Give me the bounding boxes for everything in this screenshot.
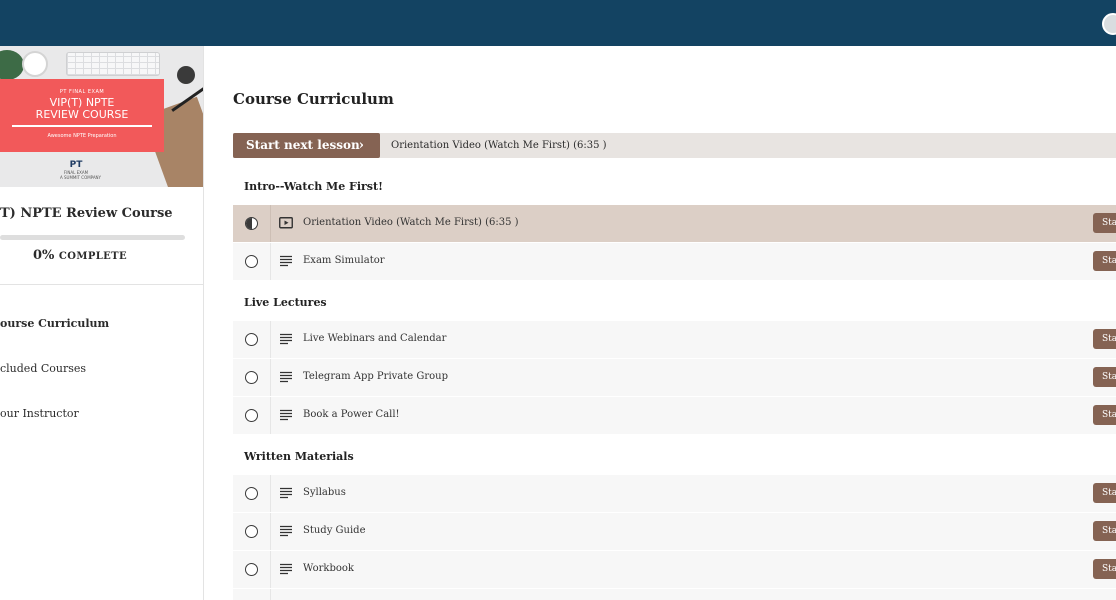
- sidebar-item-course-curriculum[interactable]: ourse Curriculum: [0, 317, 109, 330]
- row-divider: [270, 551, 271, 588]
- not-started-icon: [245, 525, 258, 538]
- start-lesson-button[interactable]: Sta: [1093, 521, 1116, 541]
- lesson-row[interactable]: Workbook Sta: [233, 551, 1116, 588]
- start-lesson-button[interactable]: Sta: [1093, 329, 1116, 349]
- lesson-row[interactable]: [233, 589, 1116, 600]
- lesson-title: Book a Power Call!: [303, 409, 400, 420]
- brand-logo: PT FINAL EXAM A SUMMIT COMPANY: [60, 160, 101, 184]
- logo-line2: A SUMMIT COMPANY: [60, 175, 101, 180]
- lesson-row[interactable]: Live Webinars and Calendar Sta: [233, 321, 1116, 358]
- progress-percent: 0%: [32, 248, 55, 263]
- lesson-title: Telegram App Private Group: [303, 371, 448, 382]
- course-banner: PT FINAL EXAM VIP(T) NPTE REVIEW COURSE …: [0, 79, 164, 152]
- keyboard-decoration: [66, 52, 160, 76]
- course-title: T) NPTE Review Course: [0, 206, 173, 221]
- mouse-decoration: [177, 66, 195, 84]
- progress-status: 0% COMPLETE: [0, 248, 160, 263]
- not-started-icon: [245, 409, 258, 422]
- lesson-title: Study Guide: [303, 525, 366, 536]
- banner-top-text: PT FINAL EXAM: [59, 89, 105, 95]
- row-divider: [270, 475, 271, 512]
- not-started-icon: [245, 563, 258, 576]
- not-started-icon: [245, 333, 258, 346]
- lesson-title: Orientation Video (Watch Me First) (6:35…: [303, 217, 519, 228]
- start-next-lesson-label: Start next lesson: [246, 138, 360, 152]
- row-divider: [270, 243, 271, 280]
- lesson-row[interactable]: Orientation Video (Watch Me First) (6:35…: [233, 205, 1116, 242]
- course-image: PT FINAL EXAM VIP(T) NPTE REVIEW COURSE …: [0, 46, 203, 187]
- text-icon: [280, 255, 292, 267]
- row-divider: [270, 321, 271, 358]
- row-divider: [270, 359, 271, 396]
- start-lesson-button[interactable]: Sta: [1093, 405, 1116, 425]
- banner-title-line2: REVIEW COURSE: [35, 108, 129, 121]
- next-lesson-title: Orientation Video (Watch Me First) (6:35…: [391, 140, 607, 151]
- in-progress-icon: [245, 217, 258, 230]
- row-divider: [270, 205, 271, 242]
- section-title: Written Materials: [244, 450, 354, 463]
- sidebar-item-your-instructor[interactable]: our Instructor: [0, 407, 79, 420]
- lesson-title: Syllabus: [303, 487, 346, 498]
- lesson-title: Workbook: [303, 563, 354, 574]
- not-started-icon: [245, 255, 258, 268]
- start-lesson-button[interactable]: Sta: [1093, 483, 1116, 503]
- progress-label: COMPLETE: [58, 251, 128, 262]
- lesson-row[interactable]: Syllabus Sta: [233, 475, 1116, 512]
- text-icon: [280, 333, 292, 345]
- lesson-row[interactable]: Exam Simulator Sta: [233, 243, 1116, 280]
- lesson-row[interactable]: Book a Power Call! Sta: [233, 397, 1116, 434]
- text-icon: [280, 563, 292, 575]
- section-title: Intro--Watch Me First!: [244, 180, 383, 193]
- progress-bar: [0, 235, 185, 240]
- lesson-title: Exam Simulator: [303, 255, 385, 266]
- lesson-title: Live Webinars and Calendar: [303, 333, 447, 344]
- main-content: Course Curriculum Start next lesson › Or…: [205, 46, 1116, 600]
- top-navbar: [0, 0, 1116, 46]
- start-lesson-button[interactable]: Sta: [1093, 367, 1116, 387]
- banner-subtitle: Awesome NPTE Preparation: [47, 133, 117, 139]
- video-icon: [279, 217, 293, 229]
- text-icon: [280, 409, 292, 421]
- next-lesson-bar: Start next lesson › Orientation Video (W…: [233, 133, 1116, 158]
- user-avatar[interactable]: [1102, 13, 1116, 35]
- logo-mark: PT: [69, 160, 83, 170]
- start-lesson-button[interactable]: Sta: [1093, 559, 1116, 579]
- chevron-right-icon: ›: [358, 138, 364, 153]
- text-icon: [280, 371, 292, 383]
- section-title: Live Lectures: [244, 296, 327, 309]
- text-icon: [280, 525, 292, 537]
- lesson-row[interactable]: Telegram App Private Group Sta: [233, 359, 1116, 396]
- sidebar-item-included-courses[interactable]: cluded Courses: [0, 362, 86, 375]
- cup-decoration: [22, 51, 48, 77]
- row-divider: [270, 589, 271, 600]
- row-divider: [270, 397, 271, 434]
- row-divider: [270, 513, 271, 550]
- plant-decoration: [0, 50, 24, 80]
- course-sidebar: PT FINAL EXAM VIP(T) NPTE REVIEW COURSE …: [0, 46, 204, 600]
- text-icon: [280, 487, 292, 499]
- banner-divider: [12, 125, 152, 127]
- not-started-icon: [245, 371, 258, 384]
- page-title: Course Curriculum: [233, 90, 394, 108]
- not-started-icon: [245, 487, 258, 500]
- lesson-row[interactable]: Study Guide Sta: [233, 513, 1116, 550]
- sidebar-divider: [0, 284, 203, 285]
- start-lesson-button[interactable]: Sta: [1093, 213, 1116, 233]
- start-lesson-button[interactable]: Sta: [1093, 251, 1116, 271]
- start-next-lesson-button[interactable]: Start next lesson ›: [233, 133, 380, 158]
